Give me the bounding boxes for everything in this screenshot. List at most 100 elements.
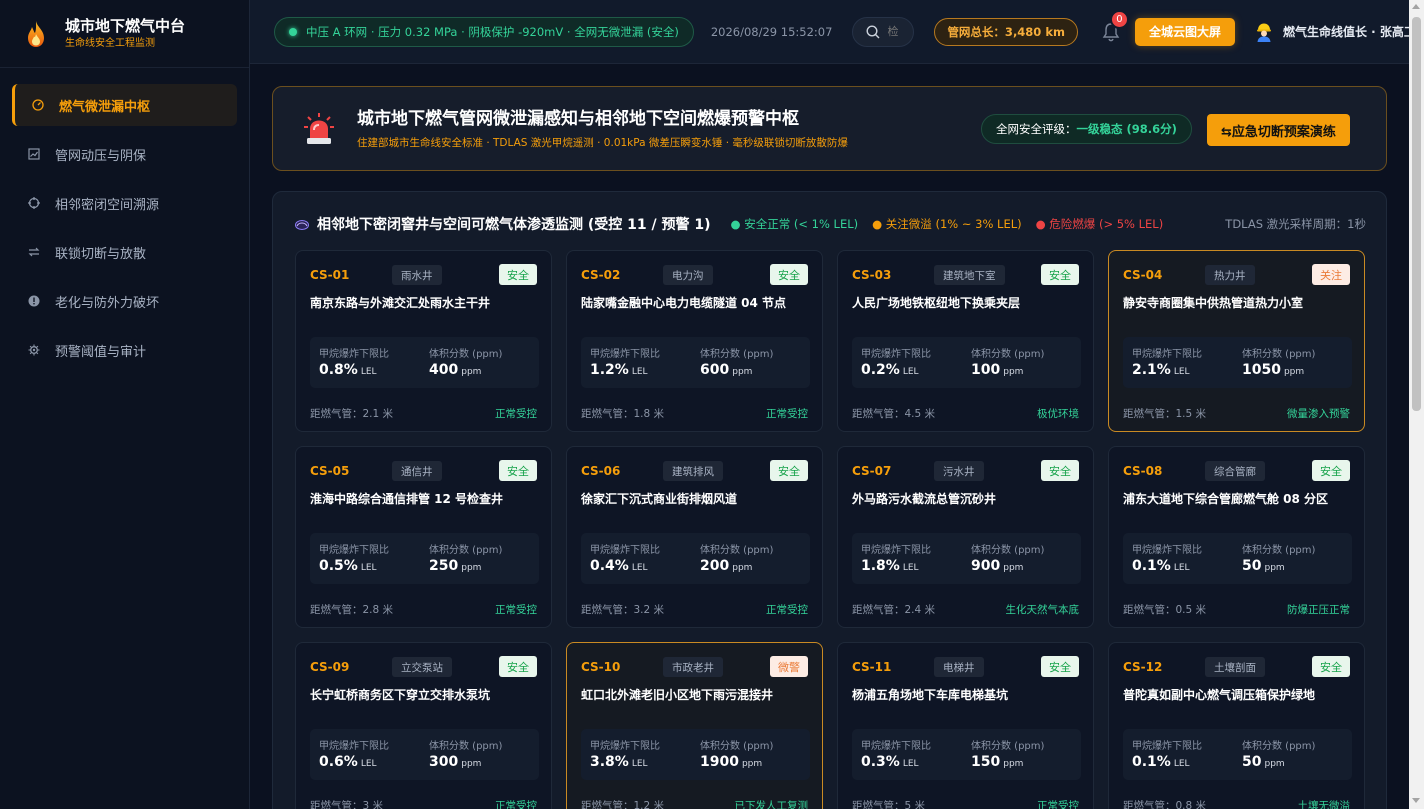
ppm-label: 体积分数 (ppm) — [1242, 545, 1316, 556]
app-title: 城市地下燃气中台 — [65, 17, 186, 35]
lel-label: 甲烷爆炸下限比 — [861, 741, 931, 752]
lel-unit: LEL — [902, 563, 919, 573]
lel-unit: LEL — [1173, 563, 1190, 573]
ppm-label: 体积分数 (ppm) — [971, 741, 1045, 752]
card-distance: 距燃气管：2.4 米 — [852, 604, 936, 616]
search-icon — [866, 24, 880, 38]
sidebar-item-interlock[interactable]: 联锁切断与放散 — [12, 231, 237, 273]
card-id: CS-07 — [852, 464, 892, 478]
sidebar-item-trace[interactable]: 相邻密闭空间溯源 — [12, 182, 237, 224]
lel-value-row: 0.1% LEL — [1132, 754, 1202, 770]
sidebar-item-label: 联锁切断与放散 — [55, 246, 147, 262]
lel-value-row: 1.2% LEL — [590, 362, 660, 378]
banner-subtitle: 住建部城市生命线安全标准 · TDLAS 激光甲烷遥测 · 0.01kPa 微差… — [357, 136, 848, 149]
space-card[interactable]: CS-01 雨水井 安全 南京东路与外滩交汇处雨水主干井 甲烷爆炸下限比 0.8% LEL 体… — [295, 250, 552, 432]
card-distance: 距燃气管：2.1 米 — [310, 408, 394, 420]
space-card[interactable]: CS-08 综合管廊 安全 浦东大道地下综合管廊燃气舱 08 分区 甲烷爆炸下限比 0.1… — [1108, 446, 1365, 628]
sidebar-item-leak-hub[interactable]: 燃气微泄漏中枢 — [12, 84, 237, 126]
sidebar-item-threshold[interactable]: 预警阈值与审计 — [12, 329, 237, 371]
card-id: CS-05 — [310, 464, 350, 478]
lel-metric: 甲烷爆炸下限比 0.5% LEL — [319, 541, 389, 574]
space-card[interactable]: CS-10 市政老井 微警 虹口北外滩老旧小区地下雨污混接井 甲烷爆炸下限比 3.8% LE… — [566, 642, 823, 809]
lel-value-row: 0.4% LEL — [590, 558, 660, 574]
lel-unit: LEL — [631, 759, 648, 769]
card-distance: 距燃气管：0.8 米 — [1123, 800, 1207, 809]
ppm-label: 体积分数 (ppm) — [971, 545, 1045, 556]
status-dot-icon — [289, 27, 297, 36]
search-input[interactable] — [887, 25, 902, 38]
card-note: 土壤无微溢 — [1297, 800, 1351, 809]
card-distance: 距燃气管：1.8 米 — [581, 408, 665, 420]
lel-metric: 甲烷爆炸下限比 0.1% LEL — [1132, 541, 1202, 574]
ppm-label: 体积分数 (ppm) — [700, 545, 774, 556]
space-card[interactable]: CS-05 通信井 安全 淮海中路综合通信排管 12 号检查井 甲烷爆炸下限比 0.5% L… — [295, 446, 552, 628]
ppm-value-row: 100 ppm — [971, 362, 1044, 378]
ppm-unit: ppm — [1003, 759, 1024, 769]
ppm-value-row: 200 ppm — [700, 558, 773, 574]
lel-metric: 甲烷爆炸下限比 0.4% LEL — [590, 541, 660, 574]
ppm-value: 1900 — [700, 754, 739, 770]
card-location-name: 淮海中路综合通信排管 12 号检查井 — [310, 492, 504, 506]
sidebar-item-label: 燃气微泄漏中枢 — [59, 99, 151, 115]
space-card[interactable]: CS-04 热力井 关注 静安寺商圈集中供热管道热力小室 甲烷爆炸下限比 2.1% LEL 体… — [1108, 250, 1365, 432]
scroll-up-icon[interactable] — [1412, 4, 1420, 9]
lel-unit: LEL — [1173, 367, 1190, 377]
card-status-badge: 安全 — [499, 656, 537, 677]
card-id: CS-04 — [1123, 268, 1163, 282]
card-type-tag: 立交泵站 — [392, 657, 452, 677]
ppm-metric: 体积分数 (ppm) 200 ppm — [700, 541, 773, 574]
space-card[interactable]: CS-11 电梯井 安全 杨浦五角场地下车库电梯基坑 甲烷爆炸下限比 0.3% LEL 体积分… — [837, 642, 1094, 809]
card-metrics: 甲烷爆炸下限比 0.3% LEL 体积分数 (ppm) 150 ppm — [852, 729, 1081, 780]
card-metrics: 甲烷爆炸下限比 0.1% LEL 体积分数 (ppm) 50 ppm — [1123, 729, 1352, 780]
space-card[interactable]: CS-07 污水井 安全 外马路污水截流总管沉砂井 甲烷爆炸下限比 1.8% LEL 体积分数… — [837, 446, 1094, 628]
card-status-badge: 安全 — [499, 264, 537, 285]
alert-banner: 城市地下燃气管网微泄漏感知与相邻地下空间燃爆预警中枢 住建部城市生命线安全标准 … — [272, 86, 1387, 171]
lel-unit: LEL — [902, 367, 919, 377]
space-card[interactable]: CS-02 电力沟 安全 陆家嘴金融中心电力电缆隧道 04 节点 甲烷爆炸下限比 1.2%… — [566, 250, 823, 432]
search-box[interactable] — [852, 16, 915, 47]
card-metrics: 甲烷爆炸下限比 0.5% LEL 体积分数 (ppm) 250 ppm — [310, 533, 539, 584]
card-location-name: 陆家嘴金融中心电力电缆隧道 04 节点 — [581, 296, 787, 310]
lel-value-row: 2.1% LEL — [1132, 362, 1202, 378]
card-metrics: 甲烷爆炸下限比 2.1% LEL 体积分数 (ppm) 1050 ppm — [1123, 337, 1352, 388]
card-note: 已下发人工复测 — [734, 800, 809, 809]
notification-bell[interactable]: 0 — [1102, 9, 1129, 42]
card-id: CS-01 — [310, 268, 350, 282]
pipe-length-badge: 管网总长：3,480 km — [934, 17, 1078, 46]
sidebar-item-pressure[interactable]: 管网动压与阴保 — [12, 133, 237, 175]
card-type-tag: 电梯井 — [934, 657, 984, 677]
space-card[interactable]: CS-09 立交泵站 安全 长宁虹桥商务区下穿立交排水泵坑 甲烷爆炸下限比 0.6% LEL… — [295, 642, 552, 809]
lel-label: 甲烷爆炸下限比 — [590, 545, 660, 556]
card-status-badge: 安全 — [770, 460, 808, 481]
card-note: 正常受控 — [495, 800, 537, 809]
card-type-tag: 污水井 — [934, 461, 984, 481]
lel-value-row: 0.1% LEL — [1132, 558, 1202, 574]
card-metrics: 甲烷爆炸下限比 0.8% LEL 体积分数 (ppm) 400 ppm — [310, 337, 539, 388]
card-location-name: 南京东路与外滩交汇处雨水主干井 — [310, 296, 491, 310]
lel-label: 甲烷爆炸下限比 — [861, 545, 931, 556]
gauge-icon — [32, 99, 44, 111]
legend-safe: ● 安全正常 (< 1% LEL) — [730, 217, 859, 231]
page-scrollbar[interactable] — [1409, 0, 1424, 809]
card-note: 正常受控 — [495, 604, 537, 616]
card-id: CS-11 — [852, 660, 892, 674]
space-card[interactable]: CS-06 建筑排风 安全 徐家汇下沉式商业街排烟风道 甲烷爆炸下限比 0.4% LEL 体积… — [566, 446, 823, 628]
sidebar-item-aging[interactable]: 老化与防外力破坏 — [12, 280, 237, 322]
lel-label: 甲烷爆炸下限比 — [319, 545, 389, 556]
lel-metric: 甲烷爆炸下限比 0.2% LEL — [861, 345, 931, 378]
scrollbar-thumb[interactable] — [1412, 17, 1421, 411]
user-profile[interactable]: 燃气生命线值长 · 张高工 — [1255, 22, 1416, 42]
lel-unit: LEL — [1173, 759, 1190, 769]
ppm-value: 900 — [971, 558, 1001, 574]
space-card[interactable]: CS-12 土壤剖面 安全 普陀真如副中心燃气调压箱保护绿地 甲烷爆炸下限比 0.1% LE… — [1108, 642, 1365, 809]
card-metrics: 甲烷爆炸下限比 0.2% LEL 体积分数 (ppm) 100 ppm — [852, 337, 1081, 388]
city-screen-button[interactable]: 全城云图大屏 — [1134, 17, 1235, 46]
lel-unit: LEL — [360, 759, 377, 769]
lel-label: 甲烷爆炸下限比 — [590, 349, 660, 360]
scroll-down-icon[interactable] — [1412, 798, 1420, 803]
card-type-tag: 热力井 — [1205, 265, 1255, 285]
panel-header: 相邻地下密闭窨井与空间可燃气体渗透监测 (受控 11 / 预警 1) ● 安全正… — [295, 214, 1177, 234]
emergency-drill-button[interactable]: ⇆应急切断预案演练 — [1207, 114, 1350, 146]
ppm-value: 100 — [971, 362, 1001, 378]
space-card[interactable]: CS-03 建筑地下室 安全 人民广场地铁枢纽地下换乘夹层 甲烷爆炸下限比 0.2% LEL… — [837, 250, 1094, 432]
